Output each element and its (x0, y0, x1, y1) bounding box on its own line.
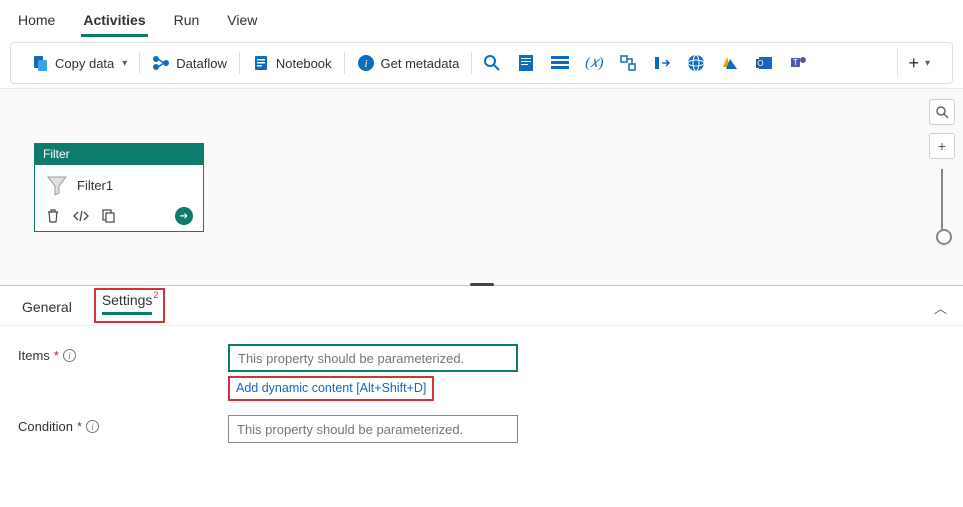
copy-data-button[interactable]: Copy data ▾ (23, 50, 135, 76)
svg-text:i: i (364, 58, 367, 70)
toolbar-icon-group: (𝑥) O T (482, 53, 808, 73)
pipeline-canvas[interactable]: Filter Filter1 ➔ ↻ ✔ ✖ → + (0, 88, 963, 286)
required-marker: * (54, 348, 59, 363)
toolbar-separator (239, 52, 240, 74)
delete-icon[interactable] (45, 208, 61, 224)
outlook-icon[interactable]: O (754, 53, 774, 73)
list-icon[interactable] (550, 53, 570, 73)
info-icon[interactable]: i (63, 349, 76, 362)
notebook-label: Notebook (276, 56, 332, 71)
settings-form: Items * i Add dynamic content [Alt+Shift… (0, 326, 963, 475)
script-icon[interactable] (516, 53, 536, 73)
run-icon[interactable]: ➔ (175, 207, 193, 225)
items-row: Items * i Add dynamic content [Alt+Shift… (18, 344, 945, 401)
tab-settings-highlight: Settings 2 (94, 288, 166, 323)
toolbar-separator (139, 52, 140, 74)
lookup-icon[interactable] (482, 53, 502, 73)
required-marker: * (77, 419, 82, 434)
notebook-button[interactable]: Notebook (244, 50, 340, 76)
menu-activities[interactable]: Activities (81, 8, 147, 37)
foreach-icon[interactable] (618, 53, 638, 73)
get-metadata-button[interactable]: i Get metadata (349, 50, 468, 76)
chevron-down-icon: ▾ (925, 58, 930, 69)
teams-icon[interactable]: T (788, 53, 808, 73)
properties-panel: General Settings 2 ︿ Items * i Add dynam… (0, 286, 963, 475)
azure-icon[interactable] (720, 53, 740, 73)
condition-row: Condition * i (18, 415, 945, 443)
panel-tabs: General Settings 2 ︿ (0, 286, 963, 326)
info-icon: i (357, 54, 375, 72)
info-icon[interactable]: i (86, 420, 99, 433)
svg-text:T: T (793, 58, 798, 67)
tab-settings[interactable]: Settings (102, 292, 153, 315)
tab-general[interactable]: General (14, 289, 80, 323)
canvas-zoom-slider[interactable] (941, 169, 943, 239)
code-icon[interactable] (73, 208, 89, 224)
top-menu: Home Activities Run View (0, 0, 963, 36)
dataflow-label: Dataflow (176, 56, 227, 71)
dataflow-icon (152, 54, 170, 72)
svg-text:O: O (758, 59, 764, 68)
canvas-search-icon[interactable] (929, 99, 955, 125)
toolbar-separator (471, 52, 472, 74)
menu-view[interactable]: View (225, 8, 259, 34)
activity-type-label: Filter (35, 144, 203, 165)
add-activity-button[interactable]: + ▾ (897, 49, 940, 77)
toolbar-separator (344, 52, 345, 74)
invoke-icon[interactable] (652, 53, 672, 73)
settings-badge: 2 (153, 290, 158, 300)
copy-icon[interactable] (101, 208, 117, 224)
activities-toolbar: Copy data ▾ Dataflow Notebook i Get meta… (10, 42, 953, 84)
menu-home[interactable]: Home (16, 8, 57, 34)
web-icon[interactable] (686, 53, 706, 73)
canvas-zoom-in-icon[interactable]: + (929, 133, 955, 159)
dataflow-button[interactable]: Dataflow (144, 50, 235, 76)
copy-data-icon (31, 54, 49, 72)
condition-input[interactable] (228, 415, 518, 443)
copy-data-label: Copy data (55, 56, 114, 71)
add-dynamic-content-link[interactable]: Add dynamic content [Alt+Shift+D] (236, 381, 426, 395)
collapse-panel-icon[interactable]: ︿ (934, 298, 947, 317)
dynamic-content-highlight: Add dynamic content [Alt+Shift+D] (228, 376, 434, 401)
activity-name: Filter1 (77, 178, 113, 193)
items-input[interactable] (228, 344, 518, 372)
condition-label: Condition (18, 419, 73, 434)
variable-icon[interactable]: (𝑥) (584, 53, 604, 73)
get-metadata-label: Get metadata (381, 56, 460, 71)
filter-activity-node[interactable]: Filter Filter1 ➔ (34, 143, 204, 232)
chevron-down-icon: ▾ (122, 58, 127, 69)
canvas-tools: + (929, 99, 955, 239)
menu-run[interactable]: Run (172, 8, 202, 34)
notebook-icon (252, 54, 270, 72)
plus-icon: + (908, 53, 919, 74)
items-label: Items (18, 348, 50, 363)
filter-icon (45, 173, 69, 197)
